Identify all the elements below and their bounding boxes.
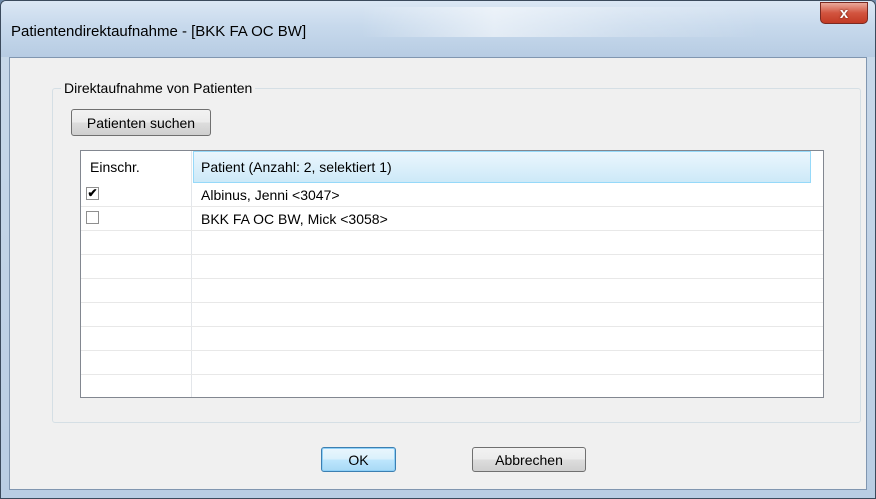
empty-row [81,255,823,279]
list-rows: ✔ Albinus, Jenni <3047> BKK FA OC BW, Mi… [81,183,823,397]
empty-cell [81,279,192,302]
patient-list[interactable]: Einschr. Patient (Anzahl: 2, selektiert … [80,150,824,398]
empty-row [81,231,823,255]
empty-cell [81,303,192,326]
empty-cell [81,255,192,278]
table-row[interactable]: ✔ Albinus, Jenni <3047> [81,183,823,207]
groupbox-label: Direktaufnahme von Patienten [61,80,256,96]
title-bar[interactable]: Patientendirektaufnahme - [BKK FA OC BW]… [1,1,875,57]
empty-row [81,351,823,375]
close-button[interactable]: x [820,2,868,24]
restriction-checkbox[interactable] [86,211,99,224]
restriction-cell: ✔ [81,183,192,206]
empty-cell [81,375,192,397]
table-row[interactable]: BKK FA OC BW, Mick <3058> [81,207,823,231]
search-patients-button[interactable]: Patienten suchen [71,109,211,136]
restriction-checkbox[interactable]: ✔ [86,187,99,200]
ok-button[interactable]: OK [321,447,396,472]
patient-cell: Albinus, Jenni <3047> [201,186,340,203]
title-bar-glass [361,7,761,37]
column-header-restriction[interactable]: Einschr. [81,151,192,183]
dialog-window: Patientendirektaufnahme - [BKK FA OC BW]… [0,0,876,499]
empty-row [81,375,823,397]
cancel-button[interactable]: Abbrechen [472,447,586,472]
window-title: Patientendirektaufnahme - [BKK FA OC BW] [11,23,307,40]
patient-cell: BKK FA OC BW, Mick <3058> [201,210,388,227]
empty-row [81,279,823,303]
empty-cell [81,351,192,374]
close-icon: x [839,4,849,22]
empty-row [81,327,823,351]
dialog-client-area: Direktaufnahme von Patienten Patienten s… [9,57,867,490]
empty-cell [81,231,192,254]
restriction-cell [81,207,192,230]
list-header: Einschr. Patient (Anzahl: 2, selektiert … [81,151,823,183]
empty-cell [81,327,192,350]
column-header-patient[interactable]: Patient (Anzahl: 2, selektiert 1) [193,151,811,183]
empty-row [81,303,823,327]
